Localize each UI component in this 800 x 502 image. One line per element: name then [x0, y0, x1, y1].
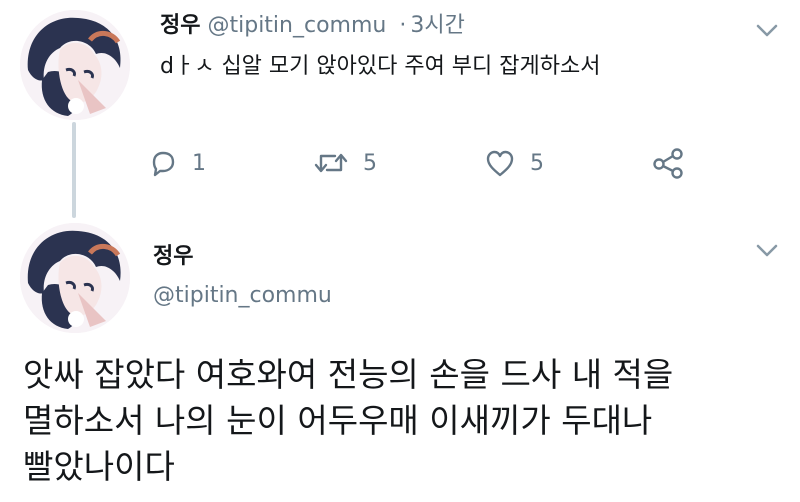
share-button[interactable] — [651, 145, 685, 181]
heart-icon — [486, 150, 514, 177]
tweet1-timestamp[interactable]: 3시간 — [410, 13, 464, 38]
avatar[interactable] — [20, 10, 130, 120]
tweet1-display-name[interactable]: 정우 — [160, 13, 200, 38]
reply-button[interactable]: 1 — [148, 145, 206, 181]
thread-line — [72, 122, 76, 218]
reply-icon — [152, 151, 175, 177]
retweet-count: 5 — [363, 150, 377, 176]
tweet2-text-line: 빨았나이다 — [23, 447, 175, 486]
reply-count: 1 — [192, 150, 206, 176]
tweet2-text: 앗싸 잡았다 여호와여 전능의 손을 드사 내 적을 멸하소서 나의 눈이 어두… — [23, 352, 783, 490]
avatar-image — [20, 223, 130, 333]
tweet2-handle[interactable]: @tipitin_commu — [153, 282, 332, 310]
like-count: 5 — [530, 150, 544, 176]
tweet1-handle[interactable]: @tipitin_commu — [207, 13, 386, 38]
chevron-down-icon[interactable] — [756, 244, 778, 258]
tweet2-display-name[interactable]: 정우 — [153, 243, 193, 271]
tweet2-text-line: 앗싸 잡았다 여호와여 전능의 손을 드사 내 적을 — [23, 355, 674, 394]
retweet-button[interactable]: 5 — [313, 145, 377, 181]
tweet2-text-line: 멸하소서 나의 눈이 어두우매 이새끼가 두대나 — [23, 401, 653, 440]
chevron-down-icon[interactable] — [756, 24, 778, 38]
avatar-image — [20, 10, 130, 120]
tweet1-text: dㅏㅅ 십알 모기 앉아있다 주여 부디 잡게하소서 — [160, 54, 601, 79]
avatar[interactable] — [20, 223, 130, 333]
tweet1-separator: · — [399, 13, 407, 38]
share-icon — [653, 148, 683, 179]
tweet1-header: 정우 @tipitin_commu · 3시간 — [160, 12, 465, 40]
like-button[interactable]: 5 — [484, 145, 544, 181]
retweet-icon — [314, 153, 348, 173]
